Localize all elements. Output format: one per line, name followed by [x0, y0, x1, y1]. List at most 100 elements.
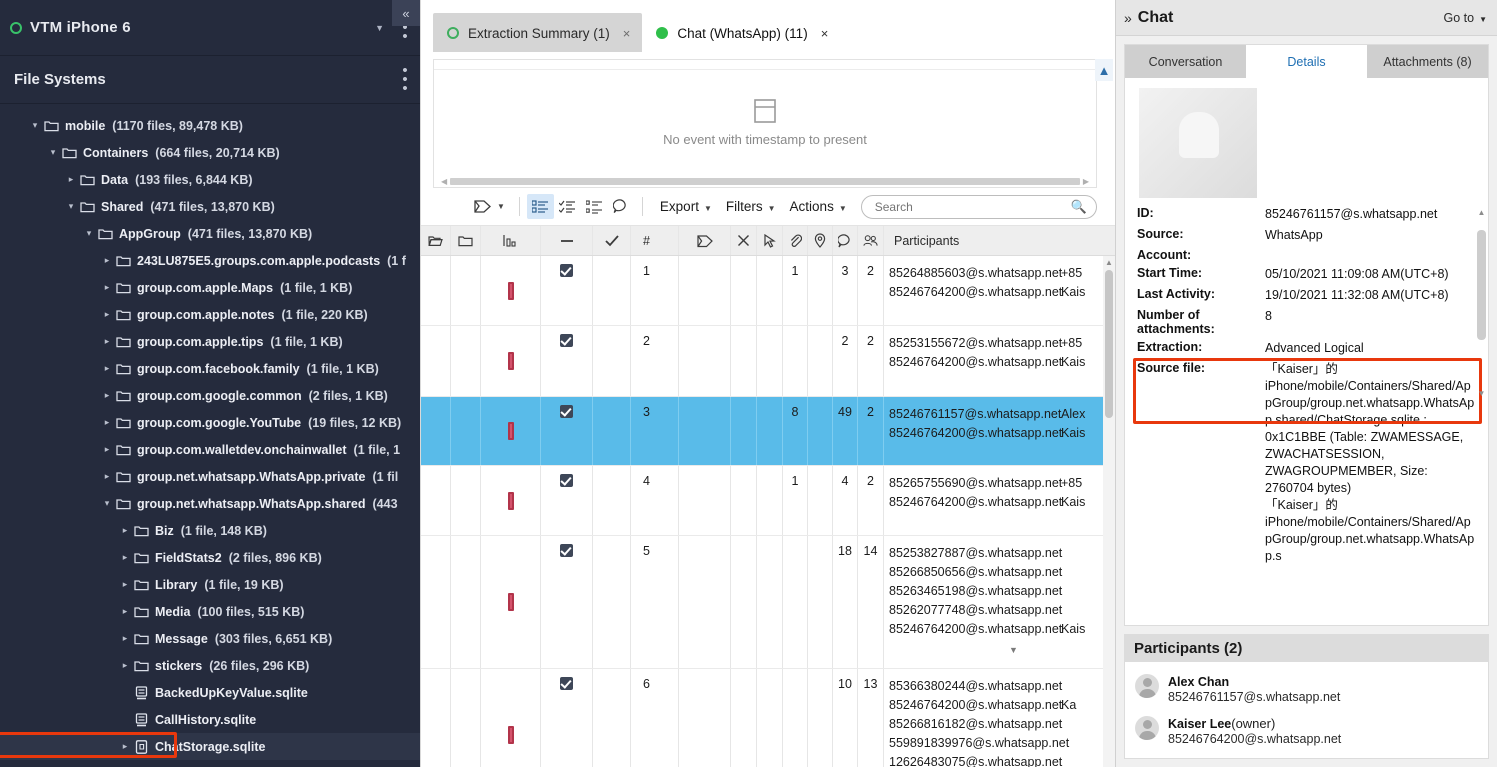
scroll-up-arrow-icon[interactable]: ▲	[1105, 258, 1113, 267]
tree-item[interactable]: AppGroup (471 files, 13,870 KB)	[0, 220, 420, 247]
search-box[interactable]: 🔍	[860, 194, 1097, 219]
expand-participants-icon[interactable]: ▼	[889, 641, 1115, 660]
detail-tab[interactable]: Details	[1246, 45, 1367, 78]
collapse-timeline-button[interactable]: ▲	[1095, 59, 1113, 81]
row-checkbox-cell[interactable]	[541, 536, 593, 668]
tree-item[interactable]: Biz (1 file, 148 KB)	[0, 517, 420, 544]
tree-item[interactable]: Library (1 file, 19 KB)	[0, 571, 420, 598]
search-icon[interactable]: 🔍	[1071, 199, 1087, 215]
tree-item[interactable]: 243LU875E5.groups.com.apple.podcasts (1 f	[0, 247, 420, 274]
tree-item[interactable]: group.net.whatsapp.WhatsApp.shared (443	[0, 490, 420, 517]
row-checkbox[interactable]	[560, 474, 573, 487]
tree-expand-icon[interactable]	[100, 444, 114, 455]
table-row[interactable]: 6 10 13 85366380244@s.whatsapp.net 852467642…	[421, 669, 1115, 767]
grid-header-selection-icon[interactable]	[541, 226, 593, 255]
export-menu[interactable]: Export ▼	[650, 199, 716, 214]
table-row[interactable]: 2 2 2 85253155672@s.whatsapp.net +85 85246764…	[421, 326, 1115, 397]
tag-icon[interactable]	[469, 194, 496, 219]
tree-item[interactable]: group.com.facebook.family (1 file, 1 KB)	[0, 355, 420, 382]
row-checkbox-cell[interactable]	[541, 466, 593, 535]
list-detail-icon[interactable]	[526, 194, 554, 219]
grid-header-hash-col[interactable]: #	[631, 226, 679, 255]
row-checkbox[interactable]	[560, 677, 573, 690]
tree-item[interactable]: Shared (471 files, 13,870 KB)	[0, 193, 420, 220]
details-scroll-down-arrow-icon[interactable]: ▼	[1477, 389, 1486, 398]
row-checkbox-cell[interactable]	[541, 256, 593, 325]
tree-item[interactable]: stickers (26 files, 296 KB)	[0, 652, 420, 679]
row-checkbox-cell[interactable]	[541, 669, 593, 767]
tree-expand-icon[interactable]	[118, 633, 132, 644]
tree-item[interactable]: group.com.apple.tips (1 file, 1 KB)	[0, 328, 420, 355]
details-scroll-up-arrow-icon[interactable]: ▲	[1477, 208, 1486, 217]
device-header[interactable]: VTM iPhone 6 ▼ •••	[0, 0, 420, 56]
actions-menu[interactable]: Actions ▼	[780, 199, 851, 214]
grid-header-deleted-col-icon[interactable]	[731, 226, 757, 255]
tree-expand-icon[interactable]	[118, 552, 132, 563]
tree-collapse-icon[interactable]	[28, 120, 42, 131]
tree-collapse-icon[interactable]	[82, 228, 96, 239]
grid-scroll-thumb[interactable]	[1105, 270, 1113, 418]
tree-expand-icon[interactable]	[100, 255, 114, 266]
tree-item[interactable]: group.net.whatsapp.WhatsApp.private (1 fi…	[0, 463, 420, 490]
detail-tab[interactable]: Attachments (8)	[1367, 45, 1488, 78]
tree-item[interactable]: BackedUpKeyValue.sqlite	[0, 679, 420, 706]
list-check-icon[interactable]	[554, 194, 581, 219]
grid-header-tag-col-icon[interactable]	[679, 226, 731, 255]
tree-item[interactable]: group.com.apple.notes (1 file, 220 KB)	[0, 301, 420, 328]
details-vertical-scrollbar[interactable]: ▲ ▼	[1477, 208, 1486, 398]
tree-expand-icon[interactable]	[100, 309, 114, 320]
tree-item[interactable]: mobile (1170 files, 89,478 KB)	[0, 112, 420, 139]
tag-dropdown-icon[interactable]: ▼	[497, 202, 505, 211]
detail-tab[interactable]: Conversation	[1125, 45, 1246, 78]
tree-expand-icon[interactable]	[100, 390, 114, 401]
timeline-scroll-thumb[interactable]	[450, 178, 1080, 185]
tree-item[interactable]: group.com.walletdev.onchainwallet (1 file…	[0, 436, 420, 463]
row-checkbox[interactable]	[560, 405, 573, 418]
document-tab[interactable]: Chat (WhatsApp) (11) ×	[642, 13, 841, 53]
table-row[interactable]: 5 18 14 85253827887@s.whatsapp.net 852668506…	[421, 536, 1115, 669]
tree-item[interactable]: ChatStorage.sqlite	[0, 732, 420, 760]
grid-header-location-col-icon[interactable]	[808, 226, 833, 255]
grid-header-attachment-col-icon[interactable]	[783, 226, 808, 255]
table-row[interactable]: 1 1 3 2 85264885603@s.whatsapp.net +85 8524676…	[421, 256, 1115, 326]
tree-item[interactable]: Data (193 files, 6,844 KB)	[0, 166, 420, 193]
tree-item[interactable]: Containers (664 files, 20,714 KB)	[0, 139, 420, 166]
row-checkbox-cell[interactable]	[541, 397, 593, 465]
tree-item[interactable]	[0, 760, 420, 767]
scroll-left-arrow-icon[interactable]: ◀	[438, 177, 450, 186]
tree-item[interactable]: Media (100 files, 515 KB)	[0, 598, 420, 625]
tree-expand-icon[interactable]	[118, 525, 132, 536]
list-compact-icon[interactable]	[581, 194, 608, 219]
row-checkbox[interactable]	[560, 334, 573, 347]
row-checkbox[interactable]	[560, 544, 573, 557]
row-checkbox[interactable]	[560, 264, 573, 277]
tree-expand-icon[interactable]	[64, 174, 78, 185]
timeline-horizontal-scrollbar[interactable]: ◀ ▶	[434, 176, 1096, 187]
participant-item[interactable]: Kaiser Lee(owner) 85246764200@s.whatsapp.…	[1125, 712, 1488, 754]
expand-panel-icon[interactable]: »	[1124, 10, 1132, 26]
grid-header-check-icon[interactable]	[593, 226, 631, 255]
grid-header-pointer-col-icon[interactable]	[757, 226, 783, 255]
tree-item[interactable]: group.com.google.YouTube (19 files, 12 KB…	[0, 409, 420, 436]
device-dropdown-icon[interactable]: ▼	[375, 23, 384, 33]
grid-header-messages-col-icon[interactable]	[833, 226, 858, 255]
grid-header-chart-icon[interactable]	[481, 226, 541, 255]
tree-item[interactable]: FieldStats2 (2 files, 896 KB)	[0, 544, 420, 571]
grid-header-participants-col[interactable]: Participants	[884, 226, 1115, 255]
tree-collapse-icon[interactable]	[100, 498, 114, 509]
grid-header-participants-col-icon[interactable]	[858, 226, 884, 255]
collapse-sidebar-button[interactable]: «	[392, 0, 420, 26]
go-to-menu[interactable]: Go to ▼	[1444, 11, 1488, 25]
tree-expand-icon[interactable]	[118, 741, 132, 752]
tree-expand-icon[interactable]	[100, 282, 114, 293]
table-row[interactable]: 4 1 4 2 85265755690@s.whatsapp.net +85 8524676…	[421, 466, 1115, 536]
row-checkbox-cell[interactable]	[541, 326, 593, 396]
search-input[interactable]	[874, 199, 1071, 214]
grid-header-folder-icon[interactable]	[451, 226, 481, 255]
scroll-right-arrow-icon[interactable]: ▶	[1080, 177, 1092, 186]
tree-expand-icon[interactable]	[118, 660, 132, 671]
tab-close-icon[interactable]: ×	[821, 26, 829, 41]
tree-expand-icon[interactable]	[118, 579, 132, 590]
tree-expand-icon[interactable]	[118, 606, 132, 617]
participant-item[interactable]: Alex Chan 85246761157@s.whatsapp.net	[1125, 670, 1488, 712]
